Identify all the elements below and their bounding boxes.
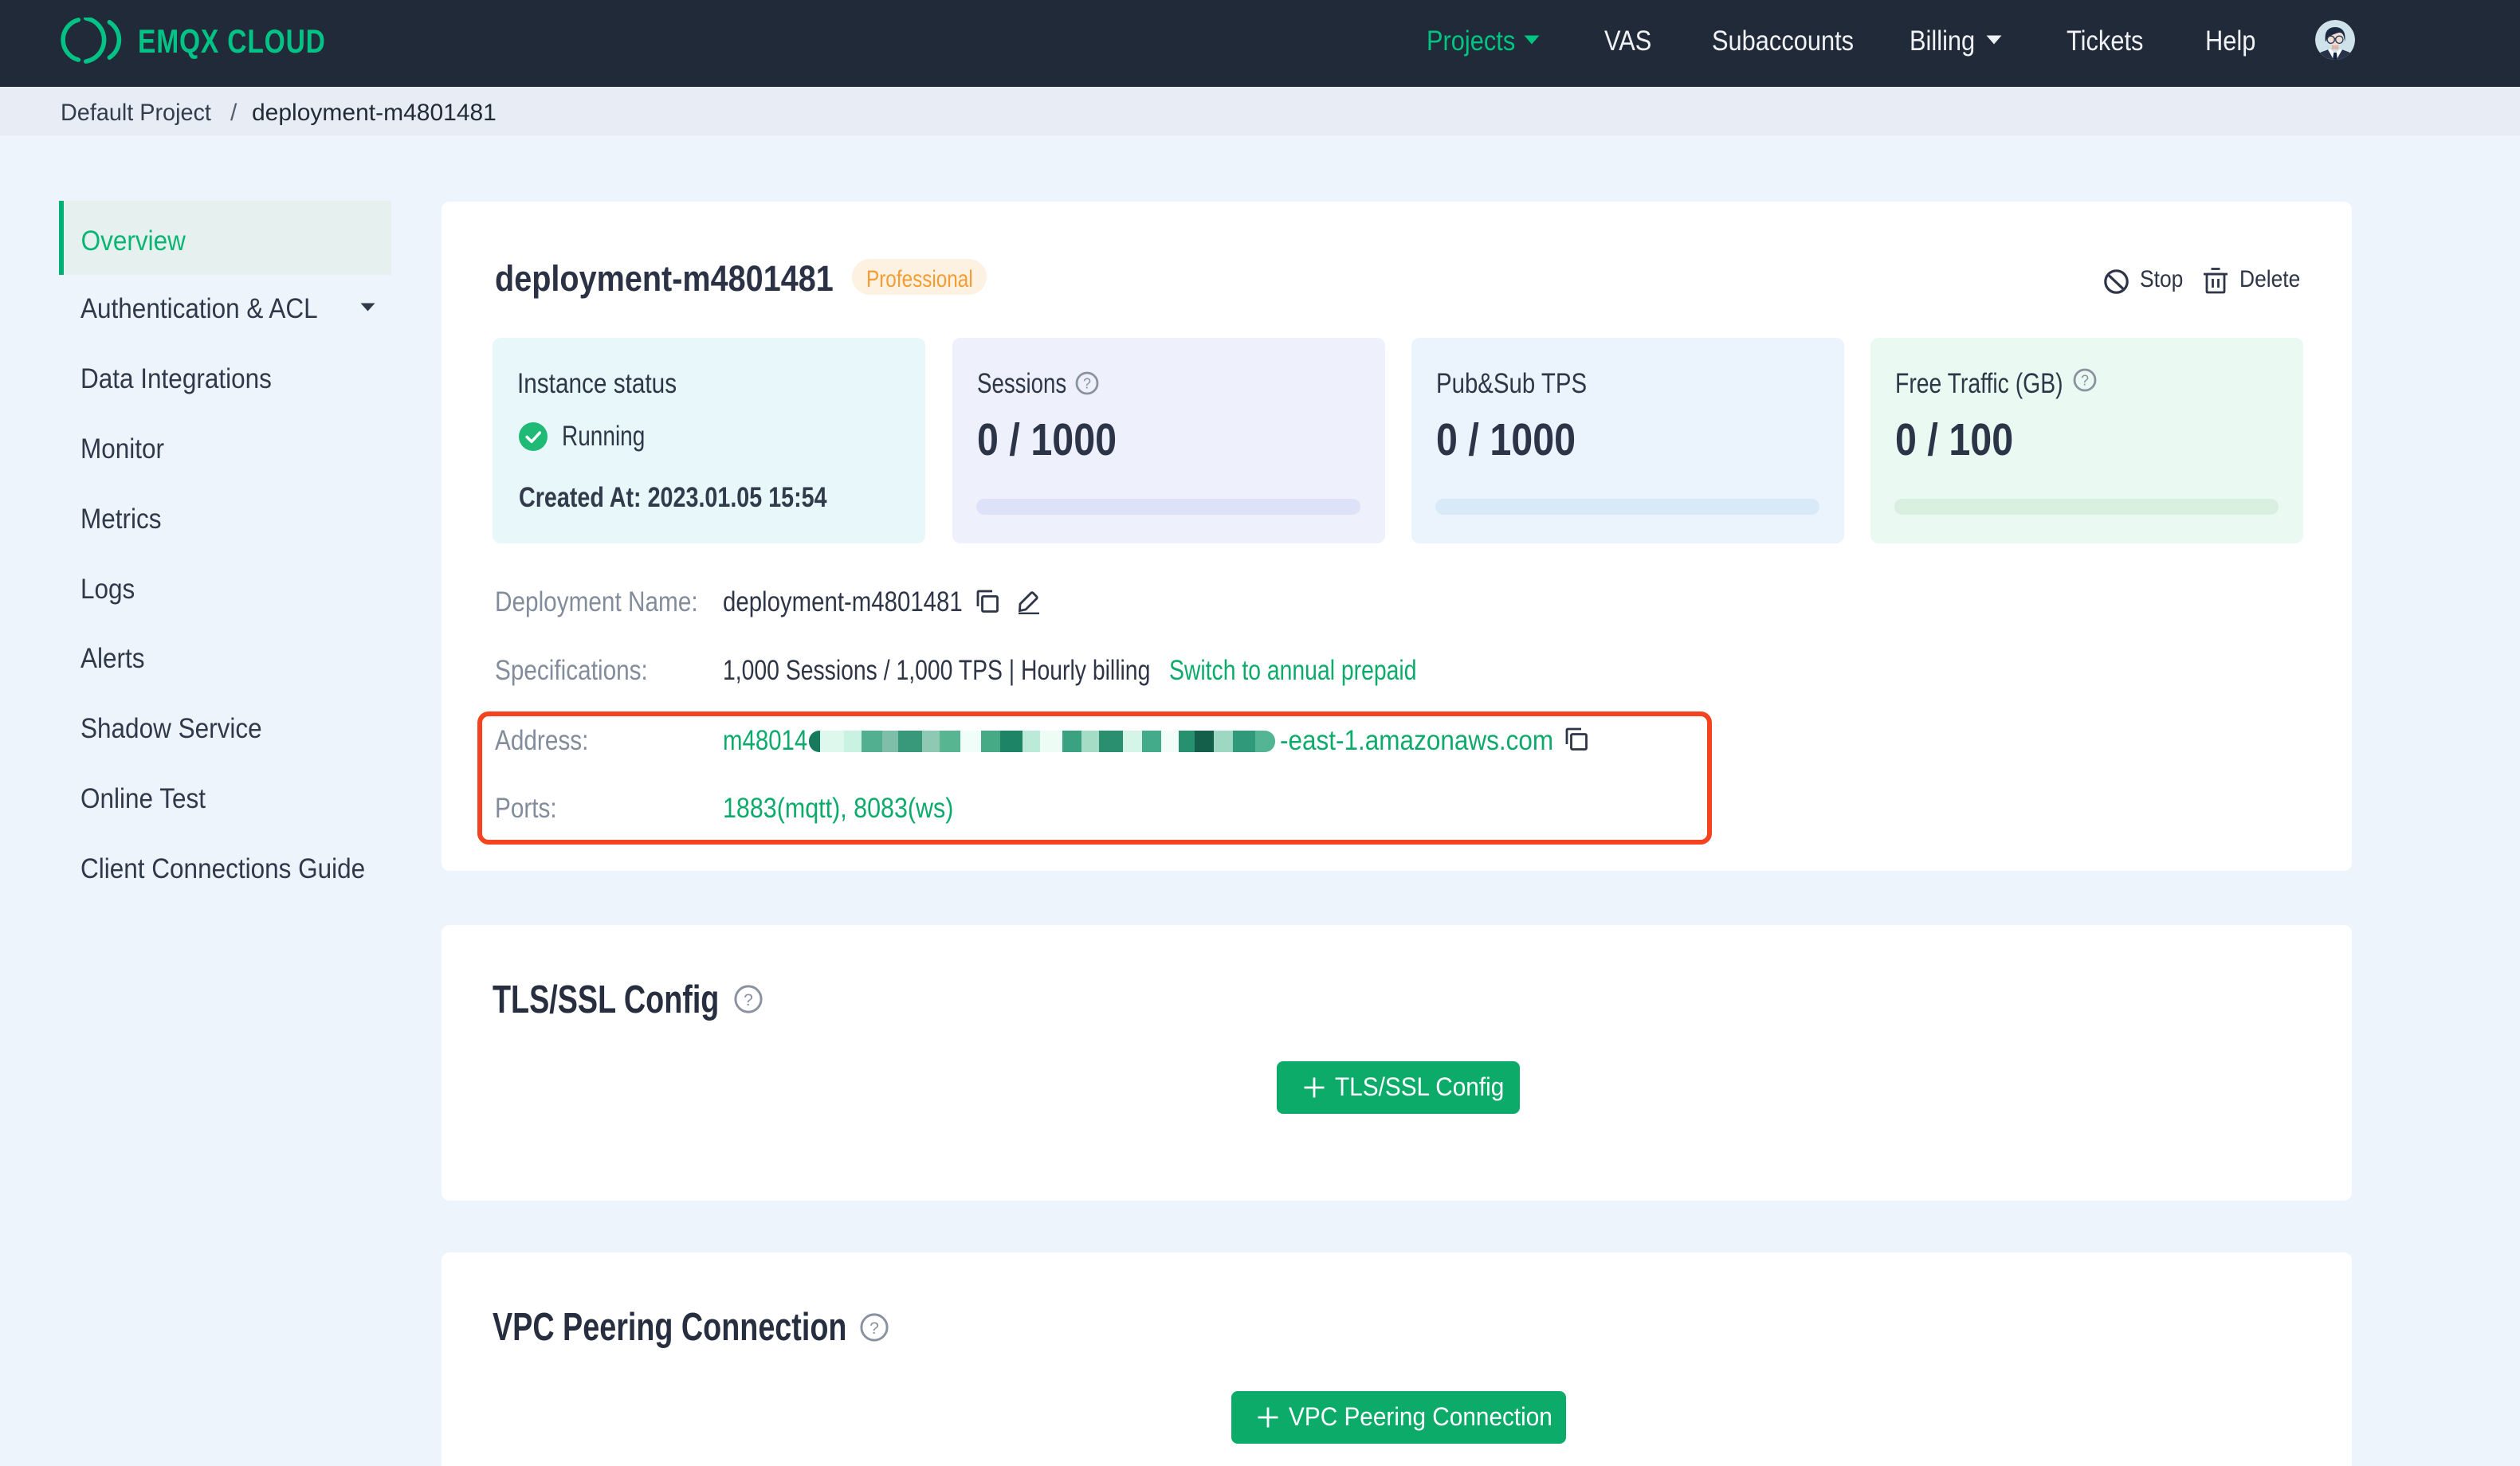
svg-text:?: ?: [744, 991, 753, 1009]
svg-text:?: ?: [2081, 373, 2089, 389]
svg-text:?: ?: [869, 1319, 879, 1338]
svg-text:?: ?: [1083, 376, 1091, 392]
